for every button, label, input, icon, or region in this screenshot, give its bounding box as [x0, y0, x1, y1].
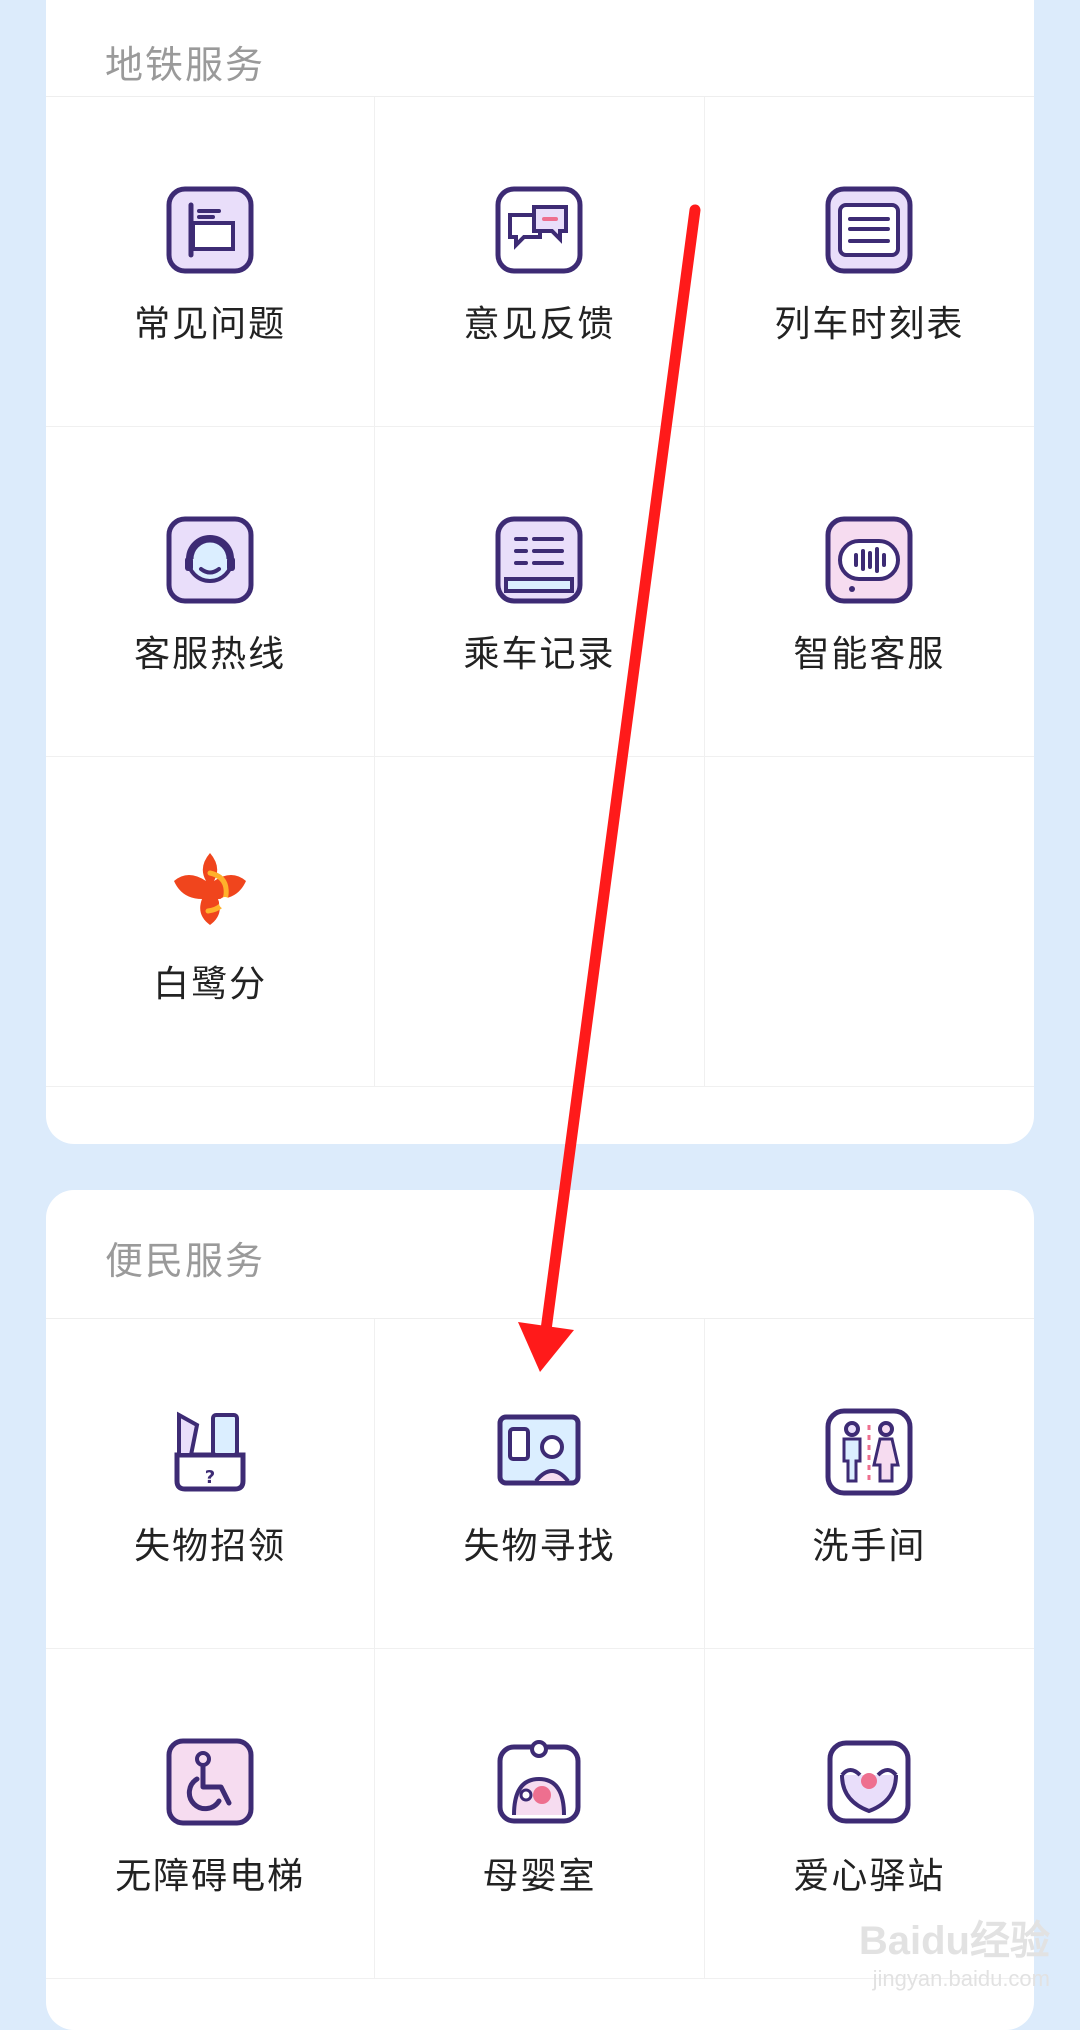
faq-flag-icon	[163, 183, 257, 277]
bailu-logo-icon	[163, 843, 257, 937]
metro-services-grid: 常见问题 意见反馈 列车时刻表 客服热线 乘车记录 智能客服 白鹭分	[46, 97, 1034, 1087]
lost-and-found-item[interactable]: ? 失物招领	[46, 1319, 376, 1649]
watermark-url: jingyan.baidu.com	[872, 1966, 1050, 1991]
lost-and-found-label: 失物招领	[134, 1526, 287, 1567]
love-station-icon	[822, 1735, 916, 1829]
nursing-room-label: 母婴室	[482, 1856, 597, 1897]
feedback-chat-icon	[492, 183, 586, 277]
ride-record-label: 乘车记录	[463, 634, 616, 675]
feedback-item[interactable]: 意见反馈	[375, 97, 705, 427]
lost-item-search-label: 失物寻找	[463, 1526, 616, 1567]
ride-record-icon	[492, 513, 586, 607]
accessible-elevator-label: 无障碍电梯	[115, 1856, 306, 1897]
nursing-room-icon	[492, 1735, 586, 1829]
restroom-item[interactable]: 洗手间	[704, 1319, 1034, 1649]
restroom-label: 洗手间	[812, 1526, 927, 1567]
metro-services-card: 地铁服务 常见问题 意见反馈 列车时刻表 客服热线 乘车记录 智能客服 白鹭分	[46, 0, 1034, 1144]
empty-cell	[704, 757, 1034, 1087]
convenience-services-card: 便民服务 ? 失物招领 失物寻找 洗手间 无障碍电梯 母婴室 爱心驿站	[46, 1190, 1034, 2030]
bailu-score-label: 白鹭分	[153, 964, 268, 1005]
lost-item-search-item[interactable]: 失物寻找	[375, 1319, 705, 1649]
svg-text:?: ?	[205, 1467, 215, 1488]
timetable-label: 列车时刻表	[774, 304, 965, 345]
accessible-elevator-icon	[163, 1735, 257, 1829]
faq-label: 常见问题	[134, 304, 287, 345]
timetable-item[interactable]: 列车时刻表	[704, 97, 1034, 427]
convenience-services-grid: ? 失物招领 失物寻找 洗手间 无障碍电梯 母婴室 爱心驿站	[46, 1319, 1034, 1979]
watermark: Baidu经验 jingyan.baidu.com	[859, 1908, 1050, 1992]
ride-record-item[interactable]: 乘车记录	[375, 427, 705, 757]
lost-item-search-icon	[492, 1405, 586, 1499]
empty-cell	[375, 757, 705, 1087]
hotline-item[interactable]: 客服热线	[46, 427, 376, 757]
metro-services-title: 地铁服务	[105, 43, 266, 87]
smart-service-icon	[822, 513, 916, 607]
love-station-label: 爱心驿站	[793, 1856, 946, 1897]
nursing-room-item[interactable]: 母婴室	[375, 1649, 705, 1979]
feedback-label: 意见反馈	[463, 304, 616, 345]
lost-and-found-icon: ?	[163, 1405, 257, 1499]
hotline-label: 客服热线	[134, 634, 287, 675]
accessible-elevator-item[interactable]: 无障碍电梯	[46, 1649, 376, 1979]
watermark-brand: Baidu经验	[858, 1919, 1050, 1963]
headset-icon	[163, 513, 257, 607]
bailu-score-item[interactable]: 白鹭分	[46, 757, 376, 1087]
timetable-icon	[822, 183, 916, 277]
smart-service-item[interactable]: 智能客服	[704, 427, 1034, 757]
smart-service-label: 智能客服	[793, 634, 946, 675]
convenience-services-title: 便民服务	[105, 1239, 266, 1283]
faq-item[interactable]: 常见问题	[46, 97, 376, 427]
restroom-icon	[822, 1405, 916, 1499]
